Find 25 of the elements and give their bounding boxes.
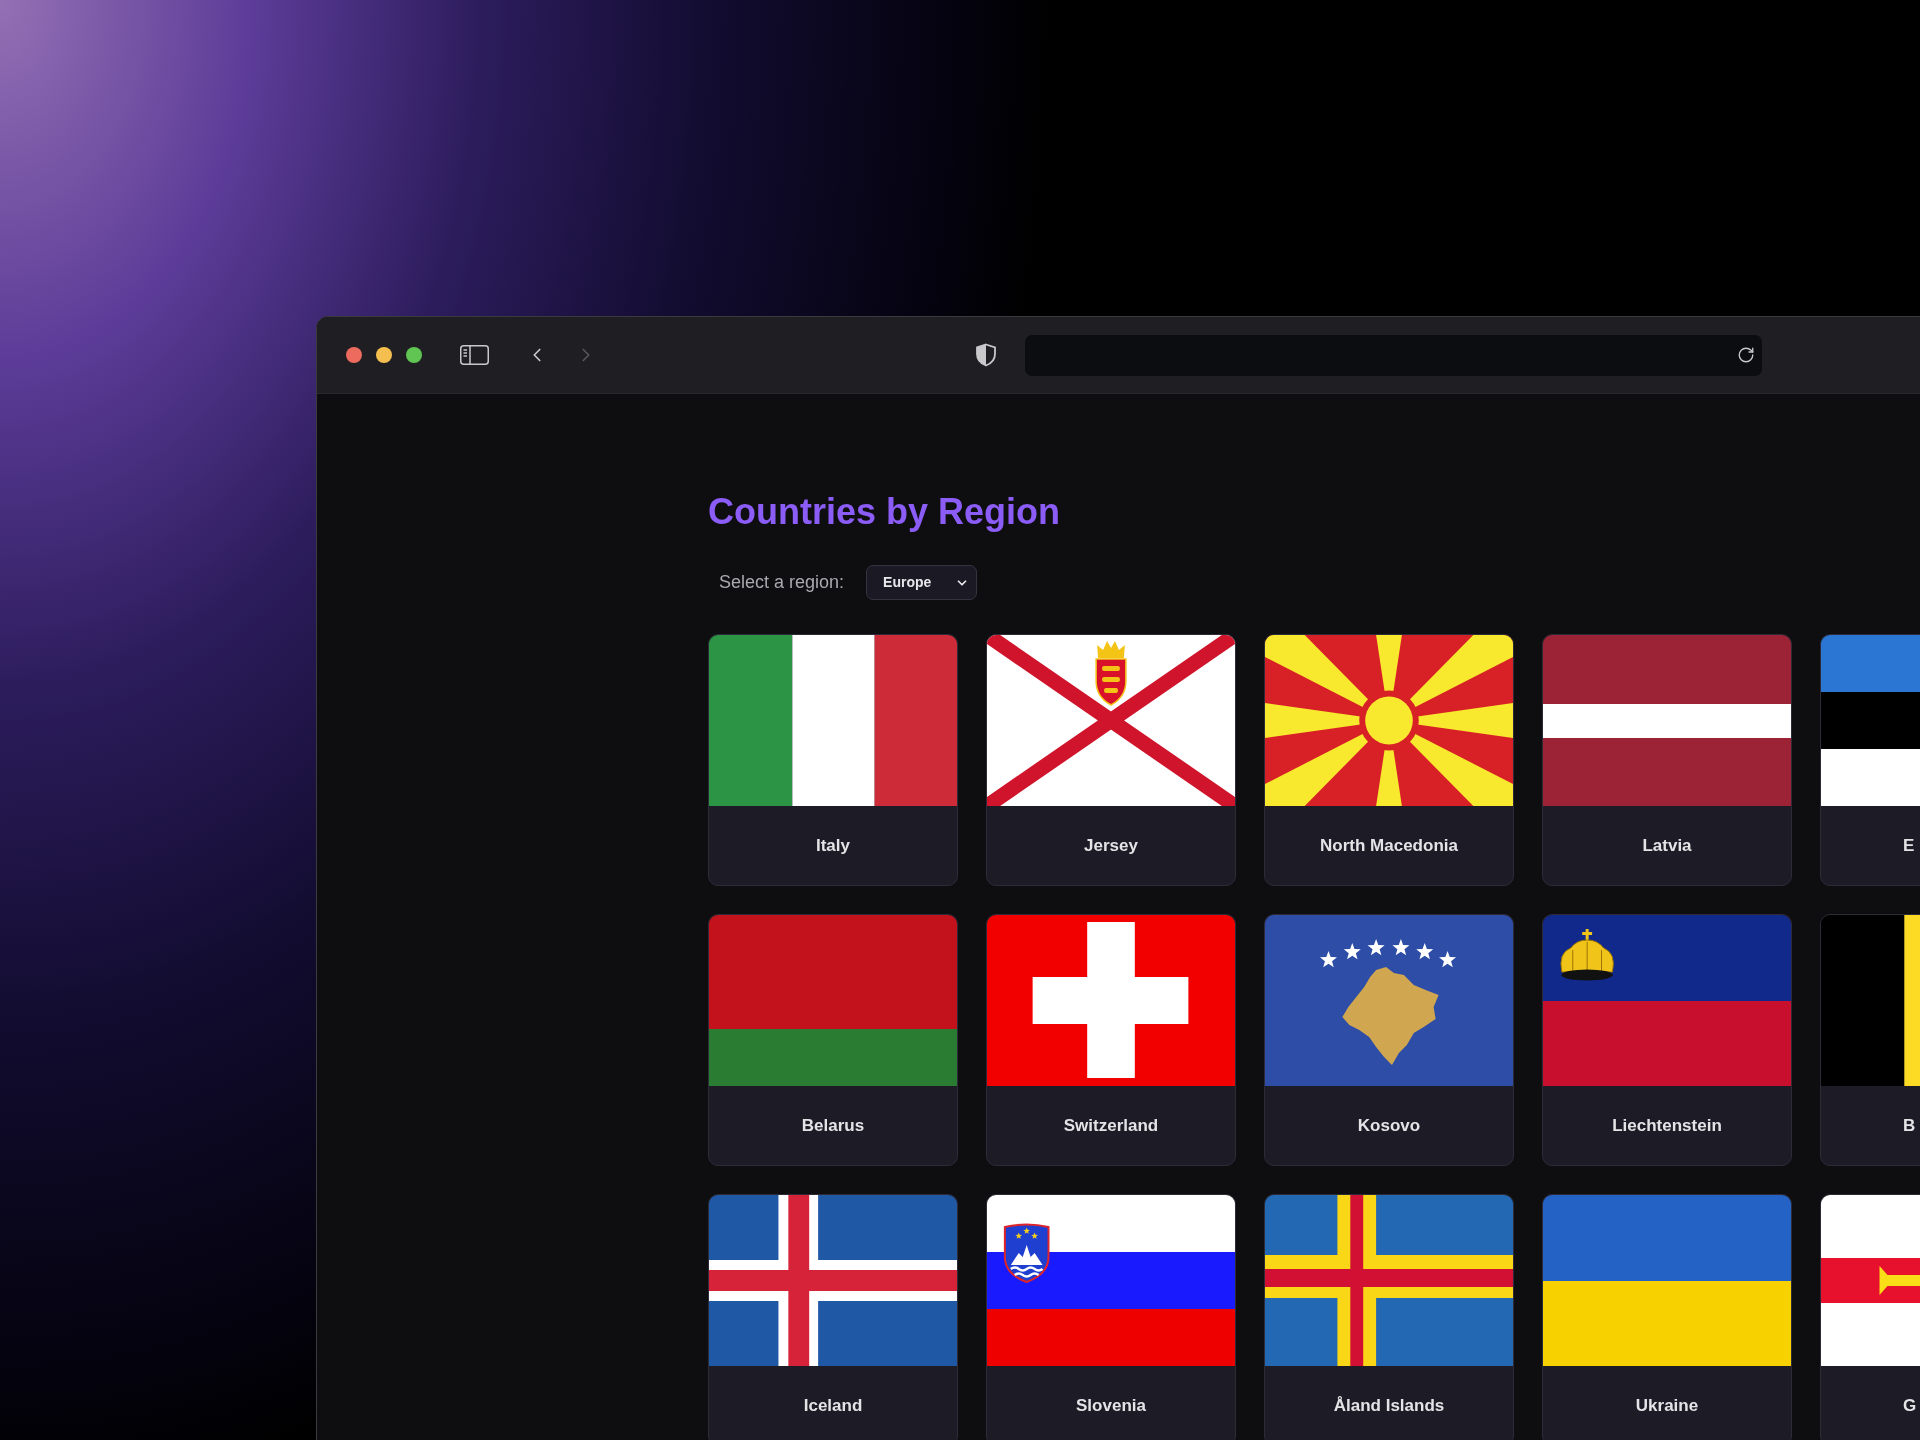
page-title: Countries by Region [708, 490, 1062, 533]
reload-icon[interactable] [1737, 346, 1755, 364]
country-name: Liechtenstein [1612, 1114, 1722, 1137]
country-name: Ukraine [1635, 1394, 1699, 1417]
sidebar-icon[interactable] [460, 345, 489, 365]
country-name: Belarus [801, 1114, 865, 1137]
country-name: Italy [816, 834, 850, 857]
window-zoom-icon[interactable] [406, 347, 422, 363]
country-name: B [1903, 1114, 1916, 1137]
country-name: Iceland [803, 1394, 863, 1417]
window-minimize-icon[interactable] [376, 347, 392, 363]
country-name: Åland Islands [1333, 1394, 1445, 1417]
country-name: Kosovo [1357, 1114, 1421, 1137]
country-name: Slovenia [1076, 1394, 1146, 1417]
country-name: G [1903, 1394, 1917, 1417]
country-name: Switzerland [1063, 1114, 1159, 1137]
country-name: Latvia [1642, 834, 1692, 857]
country-name: E [1903, 834, 1915, 857]
country-name: Jersey [1084, 834, 1138, 857]
region-select[interactable]: Europe [866, 565, 978, 600]
region-label: Select a region: [719, 571, 845, 594]
shield-icon[interactable] [975, 343, 997, 367]
address-field[interactable] [1025, 334, 1762, 376]
country-name: North Macedonia [1320, 834, 1458, 857]
window-close-icon[interactable] [346, 347, 362, 363]
